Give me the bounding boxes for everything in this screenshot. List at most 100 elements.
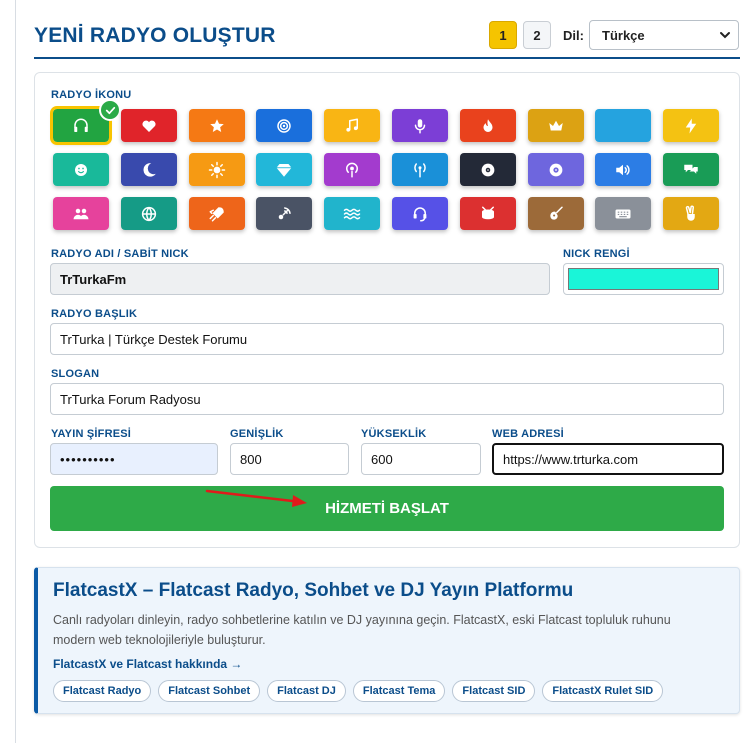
page-header: YENİ RADYO OLUŞTUR 1 2 Dil: Türkçe xyxy=(34,19,740,59)
heart-icon xyxy=(140,117,158,135)
icon-option-users[interactable] xyxy=(53,197,109,230)
vinyl-icon xyxy=(547,161,565,179)
chat-icon xyxy=(682,161,700,179)
page-2-button[interactable]: 2 xyxy=(523,21,551,49)
icon-option-globe[interactable] xyxy=(120,197,177,230)
volume-icon xyxy=(614,161,632,179)
check-icon xyxy=(99,99,121,121)
microphone-icon xyxy=(411,117,429,135)
icon-option-sun[interactable] xyxy=(188,153,245,186)
password-field[interactable]: •••••••••• xyxy=(50,443,218,475)
height-field[interactable]: 600 xyxy=(361,443,481,475)
slogan-label: SLOGAN xyxy=(51,368,100,380)
icon-option-antenna[interactable] xyxy=(392,153,448,186)
icon-option-peace-hand[interactable] xyxy=(663,197,720,230)
language-select[interactable]: Türkçe xyxy=(589,20,739,50)
icon-option-podcast[interactable] xyxy=(324,153,381,186)
headphones-icon xyxy=(72,117,90,135)
radio-title-field[interactable]: TrTurka | Türkçe Destek Forumu xyxy=(50,323,724,355)
width-label: GENİŞLİK xyxy=(230,428,284,440)
language-select-value: Türkçe xyxy=(602,27,645,43)
nick-color-picker[interactable] xyxy=(563,263,724,295)
podcast-icon xyxy=(343,161,361,179)
tag-flatcast-dj[interactable]: Flatcast DJ xyxy=(267,680,346,702)
disc-icon xyxy=(479,161,497,179)
drum-icon xyxy=(479,205,497,223)
icon-option-microphone[interactable] xyxy=(392,109,448,142)
icon-option-headphones[interactable] xyxy=(50,99,121,145)
web-address-field[interactable]: https://www.trturka.com xyxy=(492,443,724,475)
fire-icon xyxy=(479,117,497,135)
tag-list: Flatcast Radyo Flatcast Sohbet Flatcast … xyxy=(53,680,664,702)
icon-option-target[interactable] xyxy=(256,109,313,142)
icon-option-disc[interactable] xyxy=(459,153,516,186)
waves-icon xyxy=(343,205,361,223)
icon-option-heart[interactable] xyxy=(120,109,177,142)
icon-option-crown[interactable] xyxy=(527,109,584,142)
password-label: YAYIN ŞİFRESİ xyxy=(51,428,132,440)
crown-icon xyxy=(547,117,565,135)
guitar-icon xyxy=(547,205,565,223)
icon-option-chat[interactable] xyxy=(663,153,720,186)
sun-icon xyxy=(208,161,226,179)
info-description: Canlı radyoları dinleyin, radyo sohbetle… xyxy=(53,613,671,647)
left-divider xyxy=(15,0,16,743)
icon-option-vinyl[interactable] xyxy=(527,153,584,186)
info-box: FlatcastX – Flatcast Radyo, Sohbet ve DJ… xyxy=(34,567,740,714)
star-icon xyxy=(208,117,226,135)
icon-option-music-note[interactable] xyxy=(324,109,381,142)
icon-option-guitar[interactable] xyxy=(527,197,584,230)
tag-flatcast-sohbet[interactable]: Flatcast Sohbet xyxy=(158,680,261,702)
icon-section-label: RADYO İKONU xyxy=(51,89,132,101)
globe-icon xyxy=(140,205,158,223)
rocket-icon xyxy=(208,205,226,223)
radio-name-field[interactable]: TrTurkaFm xyxy=(50,263,550,295)
name-label: RADYO ADI / SABİT NICK xyxy=(51,248,189,260)
users-icon xyxy=(72,205,90,223)
icon-option-satellite[interactable] xyxy=(256,197,313,230)
info-title: FlatcastX – Flatcast Radyo, Sohbet ve DJ… xyxy=(53,580,574,601)
height-label: YÜKSEKLİK xyxy=(361,428,427,440)
icon-option-drum[interactable] xyxy=(459,197,516,230)
header-underline xyxy=(34,57,740,59)
page-title: YENİ RADYO OLUŞTUR xyxy=(34,24,276,47)
icon-option-moon[interactable] xyxy=(120,153,177,186)
icon-option-volume[interactable] xyxy=(595,153,652,186)
headset-icon xyxy=(411,205,429,223)
tag-flatcast-radyo[interactable]: Flatcast Radyo xyxy=(53,680,152,702)
icon-option-rocket[interactable] xyxy=(188,197,245,230)
red-arrow-annotation xyxy=(205,489,307,507)
radio-form-card: RADYO İKONU RADYO ADI / SABİT NICK TrTur… xyxy=(34,72,740,548)
tag-flatcast-tema[interactable]: Flatcast Tema xyxy=(352,680,446,702)
width-field[interactable]: 800 xyxy=(230,443,349,475)
icon-option-keyboard[interactable] xyxy=(595,197,652,230)
start-service-button[interactable]: HİZMETİ BAŞLAT xyxy=(50,486,724,531)
page-1-button[interactable]: 1 xyxy=(489,21,517,49)
smiley-icon xyxy=(72,161,90,179)
icon-option-smiley[interactable] xyxy=(53,153,109,186)
icon-option-fire[interactable] xyxy=(459,109,516,142)
music-note-icon xyxy=(343,117,361,135)
web-label: WEB ADRESİ xyxy=(492,428,564,440)
peace-hand-icon xyxy=(682,205,700,223)
slogan-field[interactable]: TrTurka Forum Radyosu xyxy=(50,383,724,415)
icon-option-headset[interactable] xyxy=(392,197,448,230)
chevron-down-icon xyxy=(720,32,730,39)
blank-icon xyxy=(614,117,632,135)
about-link[interactable]: FlatcastX ve Flatcast hakkında → xyxy=(53,657,242,671)
icon-option-blank[interactable] xyxy=(595,109,652,142)
diamond-icon xyxy=(275,161,293,179)
satellite-icon xyxy=(275,205,293,223)
lightning-icon xyxy=(682,117,700,135)
language-label: Dil: xyxy=(563,28,584,43)
tag-flatcast-sid[interactable]: Flatcast SID xyxy=(452,680,536,702)
tag-flatcastx-rulet-sid[interactable]: FlatcastX Rulet SID xyxy=(542,680,664,702)
nick-color-label: NICK RENGİ xyxy=(563,248,630,260)
keyboard-icon xyxy=(614,205,632,223)
icon-option-diamond[interactable] xyxy=(256,153,313,186)
icon-option-lightning[interactable] xyxy=(663,109,720,142)
target-icon xyxy=(275,117,293,135)
nick-color-swatch xyxy=(568,268,719,290)
icon-option-waves[interactable] xyxy=(324,197,381,230)
icon-option-star[interactable] xyxy=(188,109,245,142)
